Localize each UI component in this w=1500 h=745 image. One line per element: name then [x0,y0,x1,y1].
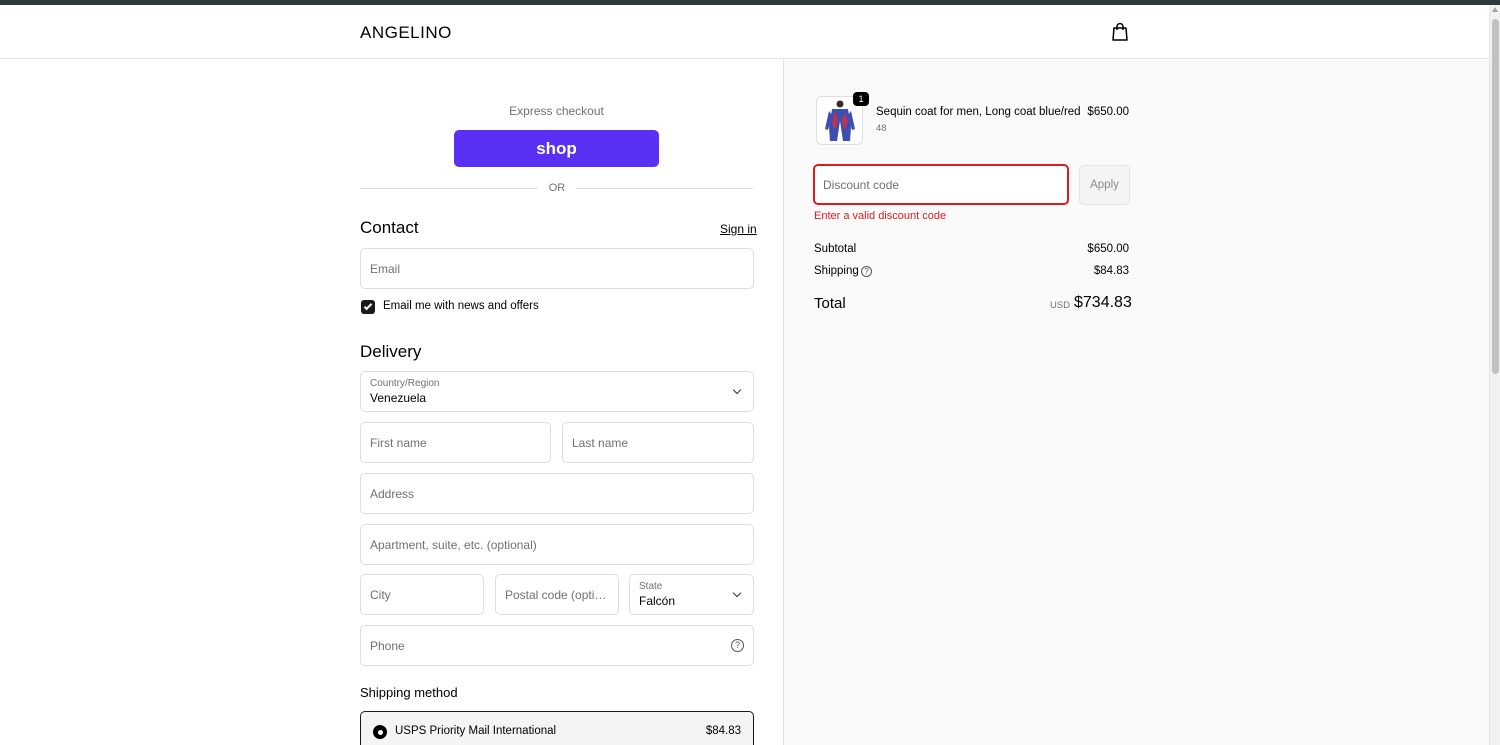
state-label: State [639,581,663,592]
divider-right [576,188,753,189]
last-name-field[interactable]: Last name [562,422,754,463]
newsletter-checkbox[interactable] [361,300,375,314]
shipping-value: $84.83 [1093,265,1129,277]
postal-code-field[interactable]: Postal code (option… [495,574,619,615]
quantity-badge: 1 [853,92,869,106]
chevron-down-icon [732,385,742,395]
phone-placeholder: Phone [370,639,405,653]
product-price: $650.00 [1087,106,1129,118]
page-scrollbar[interactable] [1489,5,1500,745]
product-name: Sequin coat for men, Long coat blue/red [876,106,1081,118]
shipping-option-price: $84.83 [705,725,741,737]
newsletter-label: Email me with news and offers [383,300,539,312]
checkmark-icon [363,301,372,310]
shopping-bag-icon[interactable] [1111,22,1129,42]
discount-code-field[interactable]: Discount code [813,164,1069,205]
total-label: Total [814,295,846,312]
postal-code-placeholder: Postal code (option… [505,588,609,602]
question-mark-icon[interactable]: ? [861,266,872,277]
subtotal-label: Subtotal [814,243,857,255]
last-name-placeholder: Last name [572,436,629,450]
discount-code-placeholder: Discount code [823,178,900,192]
apartment-field[interactable]: Apartment, suite, etc. (optional) [360,524,754,565]
country-value: Venezuela [370,391,427,405]
phone-field[interactable]: Phone ? [360,625,754,666]
scrollbar-thumb[interactable] [1492,19,1499,374]
chevron-down-icon [732,588,742,598]
city-placeholder: City [370,588,391,602]
address-placeholder: Address [370,487,415,501]
email-placeholder: Email [370,262,401,276]
total-value: $734.83 [1074,294,1132,311]
shipping-label: Shipping [814,265,859,277]
question-mark-icon[interactable]: ? [731,639,744,652]
radio-selected-icon[interactable] [373,725,387,739]
address-field[interactable]: Address [360,473,754,514]
email-field[interactable]: Email [360,248,754,289]
scroll-up-arrow-icon[interactable] [1492,7,1498,12]
first-name-placeholder: First name [370,436,427,450]
subtotal-value: $650.00 [1087,243,1129,255]
order-summary-panel [783,60,1489,745]
shop-pay-button[interactable]: shop [454,130,659,167]
checkout-header: ANGELINO [0,5,1489,59]
sign-in-link[interactable]: Sign in [720,222,757,236]
currency-code: USD [1049,300,1070,311]
country-label: Country/Region [370,378,440,389]
contact-title: Contact [360,218,419,237]
first-name-field[interactable]: First name [360,422,551,463]
discount-error-message: Enter a valid discount code [814,210,947,222]
product-variant: 48 [876,123,887,134]
state-value: Falcón [639,594,676,608]
divider-left [360,188,538,189]
apartment-placeholder: Apartment, suite, etc. (optional) [370,538,537,552]
delivery-title: Delivery [360,342,422,361]
shipping-option-name: USPS Priority Mail International [395,725,557,737]
apply-discount-button[interactable]: Apply [1079,165,1130,205]
country-select[interactable]: Country/Region Venezuela [360,371,754,412]
city-field[interactable]: City [360,574,484,615]
state-select[interactable]: State Falcón [629,574,754,615]
store-logo[interactable]: ANGELINO [360,23,452,43]
shipping-method-title: Shipping method [360,685,458,700]
shipping-option[interactable]: USPS Priority Mail International $84.83 [360,711,754,745]
express-checkout-label: Express checkout [509,104,604,118]
or-divider-text: OR [548,182,566,194]
